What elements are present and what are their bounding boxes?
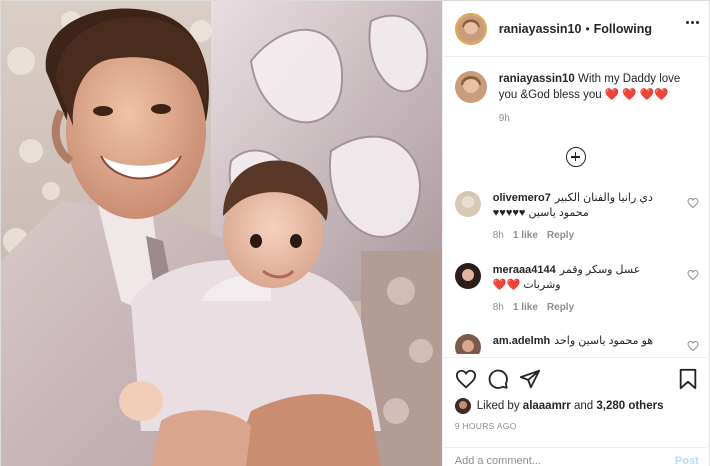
like-comment-heart-icon[interactable] (687, 197, 699, 209)
comment-item: am.adelmhهو محمود ياسين واحد بس (454, 334, 699, 354)
comment-bubble-icon[interactable] (487, 368, 509, 390)
liker-avatar[interactable] (454, 398, 471, 414)
comment-item: meraaa4144 عسل وسكر وقمر وشربات ❤️❤️ 8h 1… (454, 263, 699, 313)
likes-others[interactable]: 3,280 others (596, 400, 663, 412)
liked-by-user[interactable]: alaaamrr (523, 400, 571, 412)
comment-likes[interactable]: 1 like (513, 230, 538, 241)
post-photo[interactable] (1, 1, 442, 466)
comment-username[interactable]: olivemero7 (493, 192, 551, 204)
following-button[interactable]: Following (594, 22, 652, 36)
likes-and: and (573, 400, 594, 412)
commenter-avatar[interactable] (454, 191, 481, 217)
comment-username[interactable]: am.adelmh (493, 335, 550, 347)
load-more-comments-icon[interactable] (565, 147, 586, 167)
like-comment-heart-icon[interactable] (687, 269, 699, 281)
reply-button[interactable]: Reply (547, 230, 574, 241)
author-avatar[interactable] (454, 12, 487, 45)
comment-username[interactable]: meraaa4144 (493, 264, 556, 276)
comment-likes[interactable]: 1 like (513, 302, 538, 313)
caption-avatar[interactable] (454, 71, 487, 103)
instagram-post: raniayassin10 • Following raniayassin10 … (0, 0, 710, 466)
caption-username[interactable]: raniayassin10 (499, 73, 575, 85)
save-bookmark-icon[interactable] (677, 368, 699, 390)
comment-item: olivemero7 دي رانيا والفنان الكبير محمود … (454, 191, 699, 241)
caption-time[interactable]: 9h (499, 111, 699, 127)
post-comment-button[interactable]: Post (675, 455, 699, 466)
like-heart-icon[interactable] (455, 368, 477, 390)
post-caption: raniayassin10 With my Daddy love you &Go… (454, 71, 699, 127)
commenter-avatar[interactable] (454, 263, 481, 289)
reply-button[interactable]: Reply (547, 302, 574, 313)
likes-summary: Liked by alaaamrr and 3,280 others (454, 398, 663, 414)
comment-time[interactable]: 8h (493, 302, 504, 313)
post-side-panel: raniayassin10 • Following raniayassin10 … (441, 1, 710, 466)
likes-prefix: Liked by (476, 400, 520, 412)
share-send-icon[interactable] (519, 368, 541, 390)
father-and-baby-photo (1, 1, 442, 466)
like-comment-heart-icon[interactable] (687, 340, 699, 352)
add-comment-input[interactable]: Add a comment... (455, 455, 541, 466)
add-comment-bar: Add a comment... Post (442, 447, 710, 466)
post-actions: Liked by alaaamrr and 3,280 others 9 HOU… (442, 357, 710, 466)
post-header: raniayassin10 • Following (442, 1, 710, 57)
post-timestamp[interactable]: 9 HOURS AGO (455, 421, 517, 431)
author-username[interactable]: raniayassin10 (499, 22, 582, 36)
comment-time[interactable]: 8h (493, 230, 504, 241)
commenter-avatar[interactable] (454, 334, 481, 354)
header-separator: • (585, 21, 590, 36)
more-options-icon[interactable] (685, 21, 699, 24)
